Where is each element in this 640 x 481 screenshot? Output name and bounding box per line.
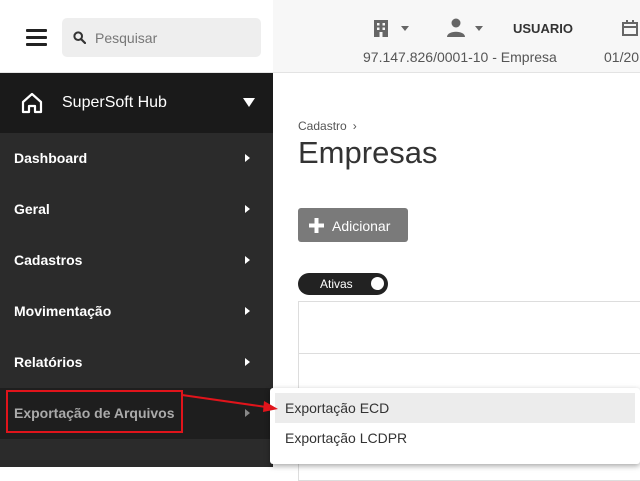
chevron-down-icon[interactable]	[475, 26, 483, 31]
search-box[interactable]	[62, 18, 261, 57]
search-icon	[73, 31, 86, 44]
chevron-right-icon	[245, 154, 250, 162]
submenu-item-exportacao-ecd[interactable]: Exportação ECD	[275, 393, 635, 423]
sidebar-item-cadastros[interactable]: Cadastros	[0, 235, 273, 286]
toggle-label: Ativas	[320, 277, 353, 291]
date-display[interactable]: 01/20	[604, 49, 639, 65]
search-input[interactable]	[95, 18, 255, 57]
sidebar-item-label: Relatórios	[14, 354, 83, 370]
sidebar-item-label: Cadastros	[14, 252, 83, 268]
user-name[interactable]: USUARIO	[513, 21, 573, 36]
hamburger-icon[interactable]	[26, 29, 47, 47]
home-icon	[21, 92, 43, 114]
table-divider	[299, 353, 640, 354]
chevron-right-icon	[245, 205, 250, 213]
export-submenu: Exportação ECD Exportação LCDPR	[270, 388, 640, 464]
sidebar-item-label: Dashboard	[14, 150, 88, 166]
add-button[interactable]: Adicionar	[298, 208, 408, 242]
company-selector[interactable]: 97.147.826/0001-10 - Empresa	[363, 49, 557, 65]
sidebar-top-bar	[0, 0, 273, 73]
breadcrumb-item-cadastro[interactable]: Cadastro	[298, 119, 347, 133]
calendar-icon[interactable]	[622, 20, 638, 36]
submenu-item-label: Exportação ECD	[285, 400, 390, 416]
chevron-down-icon[interactable]	[401, 26, 409, 31]
plus-icon	[309, 218, 324, 233]
active-filter-toggle[interactable]: Ativas	[298, 273, 388, 295]
submenu-item-label: Exportação LCDPR	[285, 430, 408, 446]
add-button-label: Adicionar	[332, 218, 391, 234]
sidebar-item-relatorios[interactable]: Relatórios	[0, 337, 273, 388]
sidebar-item-movimentacao[interactable]: Movimentação	[0, 286, 273, 337]
top-header: USUARIO 97.147.826/0001-10 - Empresa 01/…	[273, 0, 640, 73]
annotation-arrow	[181, 394, 278, 412]
chevron-right-icon	[245, 307, 250, 315]
chevron-right-icon	[245, 256, 250, 264]
sidebar-item-label: Movimentação	[14, 303, 112, 319]
brand-name: SuperSoft Hub	[62, 94, 167, 111]
building-icon[interactable]	[373, 19, 389, 37]
breadcrumb-separator: ›	[352, 119, 357, 133]
annotation-highlight-box	[6, 390, 183, 433]
sidebar-item-geral[interactable]: Geral	[0, 184, 273, 235]
chevron-down-icon[interactable]	[243, 98, 255, 107]
person-icon[interactable]	[447, 18, 465, 37]
chevron-right-icon	[245, 358, 250, 366]
brand-header[interactable]: SuperSoft Hub	[0, 73, 273, 133]
submenu-item-exportacao-lcdpr[interactable]: Exportação LCDPR	[275, 423, 635, 453]
toggle-knob	[371, 277, 384, 290]
breadcrumb: Cadastro ›	[298, 119, 357, 133]
page-title: Empresas	[298, 135, 438, 170]
sidebar-item-label: Geral	[14, 201, 50, 217]
sidebar-item-dashboard[interactable]: Dashboard	[0, 133, 273, 184]
